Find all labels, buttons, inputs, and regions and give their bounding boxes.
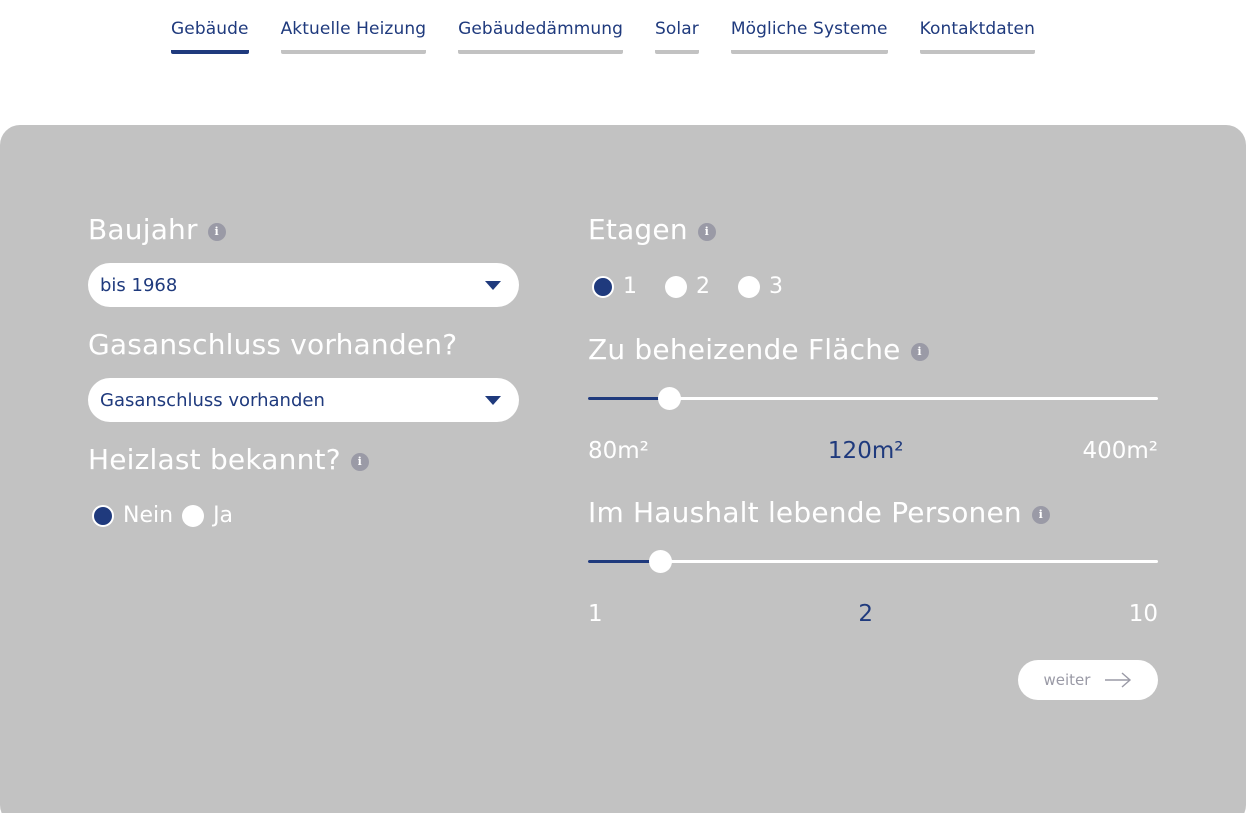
caret-down-icon: [485, 395, 501, 405]
heizlast-option-nein[interactable]: Nein: [92, 503, 173, 528]
tab-gebaeude[interactable]: Gebäude: [171, 19, 249, 54]
personen-label-row: Im Haushalt lebende Personen i: [588, 496, 1050, 529]
gas-value: Gasanschluss vorhanden: [100, 389, 325, 411]
heizlast-option-ja[interactable]: Ja: [182, 503, 233, 528]
flaeche-min: 80m²: [588, 438, 649, 464]
tab-aktuelle-heizung[interactable]: Aktuelle Heizung: [280, 19, 427, 54]
etagen-label-row: Etagen i: [588, 213, 716, 246]
heizlast-label: Heizlast bekannt?: [88, 443, 341, 476]
flaeche-label-row: Zu beheizende Fläche i: [588, 333, 929, 366]
info-icon[interactable]: i: [697, 222, 716, 241]
etagen-option-1[interactable]: 1: [592, 274, 637, 299]
etagen-option-3[interactable]: 3: [738, 274, 783, 299]
step-tabs: Gebäude Aktuelle Heizung Gebäudedämmung …: [171, 19, 1035, 54]
personen-scale: 1 2 10: [588, 601, 1158, 627]
form-card: Baujahr i bis 1968 Gasanschluss vorhande…: [0, 125, 1246, 813]
flaeche-value: 120m²: [827, 438, 904, 464]
flaeche-label: Zu beheizende Fläche: [588, 333, 901, 366]
next-button-label: weiter: [1043, 671, 1091, 689]
flaeche-slider[interactable]: [588, 387, 1158, 410]
baujahr-label-row: Baujahr i: [88, 213, 226, 246]
tab-solar[interactable]: Solar: [655, 19, 699, 54]
info-icon[interactable]: i: [207, 222, 226, 241]
slider-thumb[interactable]: [658, 387, 681, 410]
gas-label-row: Gasanschluss vorhanden?: [88, 328, 457, 361]
slider-thumb[interactable]: [649, 550, 672, 573]
radio-unchecked-icon: [182, 504, 205, 527]
info-icon[interactable]: i: [1031, 505, 1050, 524]
caret-down-icon: [485, 280, 501, 290]
tab-moegliche-systeme[interactable]: Mögliche Systeme: [730, 19, 888, 54]
personen-slider[interactable]: [588, 550, 1158, 573]
etagen-radio-group: 1 2 3: [592, 274, 799, 299]
baujahr-select[interactable]: bis 1968: [88, 263, 519, 307]
tab-kontaktdaten[interactable]: Kontaktdaten: [919, 19, 1035, 54]
gas-label: Gasanschluss vorhanden?: [88, 328, 458, 361]
etagen-option-2[interactable]: 2: [665, 274, 710, 299]
radio-checked-icon: [92, 504, 114, 527]
radio-unchecked-icon: [665, 275, 687, 298]
gas-select[interactable]: Gasanschluss vorhanden: [88, 378, 519, 422]
radio-checked-icon: [592, 275, 614, 298]
info-icon[interactable]: i: [350, 452, 369, 471]
etagen-label: Etagen: [588, 213, 688, 246]
heizlast-radio-group: Nein Ja: [92, 503, 249, 528]
baujahr-label: Baujahr: [88, 213, 198, 246]
radio-unchecked-icon: [738, 275, 760, 298]
personen-label: Im Haushalt lebende Personen: [588, 496, 1022, 529]
arrow-right-icon: [1104, 672, 1132, 688]
info-icon[interactable]: i: [910, 342, 929, 361]
baujahr-value: bis 1968: [100, 274, 178, 296]
flaeche-scale: 80m² 120m² 400m²: [588, 438, 1158, 464]
personen-min: 1: [588, 601, 603, 627]
heizlast-label-row: Heizlast bekannt? i: [88, 443, 369, 476]
personen-value: 2: [858, 601, 873, 627]
next-button[interactable]: weiter: [1018, 660, 1158, 700]
flaeche-max: 400m²: [1082, 438, 1158, 464]
personen-max: 10: [1128, 601, 1158, 627]
slider-track: [588, 560, 1158, 563]
tab-gebaeudedaemmung[interactable]: Gebäudedämmung: [458, 19, 624, 54]
slider-fill: [588, 397, 669, 400]
